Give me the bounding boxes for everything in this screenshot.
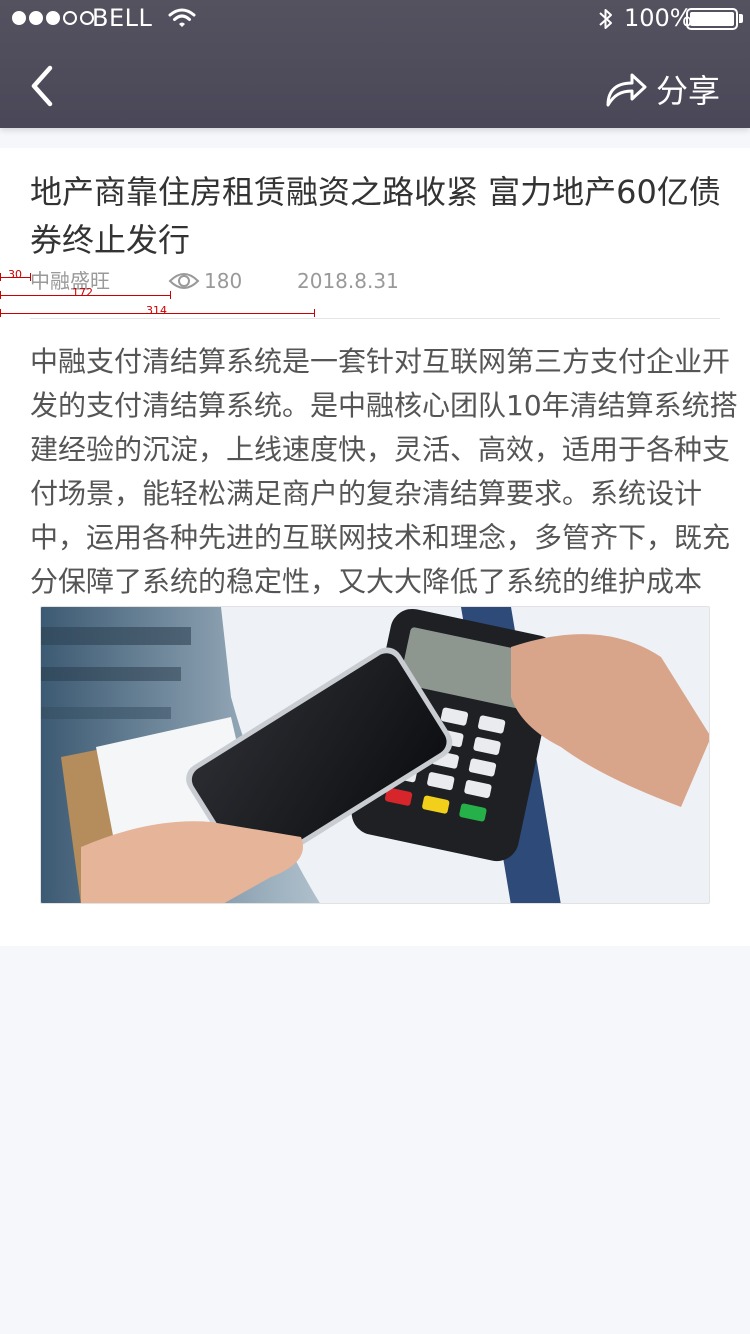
share-button[interactable]: 分享 — [604, 66, 734, 112]
article-meta: 中融盛旺 180 2018.8.31 — [30, 266, 720, 296]
bluetooth-icon — [599, 9, 612, 29]
share-icon — [606, 73, 647, 107]
views-count: 180 — [204, 269, 243, 293]
article-photo — [40, 606, 710, 904]
payment-photo-illustration — [41, 607, 709, 903]
divider — [30, 318, 720, 319]
carrier-name: BELL — [92, 4, 153, 32]
status-bar: BELL 100% — [0, 0, 750, 36]
share-label: 分享 — [656, 72, 721, 110]
chevron-left-icon — [31, 65, 53, 107]
article-body: 中融支付清结算系统是一套针对互联网第三方支付企业开发的支付清结算系统。是中融核心… — [30, 345, 738, 598]
battery-icon — [686, 8, 738, 30]
screen: BELL 100% 分享 地产商靠住房租赁融资之路收紧 富力地产60亿债券终止发… — [0, 0, 750, 1334]
nav-header: BELL 100% 分享 — [0, 0, 750, 128]
wifi-icon — [168, 8, 196, 27]
eye-icon — [168, 273, 200, 289]
article-card: 地产商靠住房租赁融资之路收紧 富力地产60亿债券终止发行 中融盛旺 180 20… — [0, 148, 750, 946]
measure-label-3: 314 — [146, 304, 167, 317]
battery-percent: 100% — [624, 4, 693, 32]
article-source: 中融盛旺 — [30, 269, 110, 293]
article-date: 2018.8.31 — [297, 269, 399, 293]
measure-label-1: 30 — [8, 268, 22, 281]
signal-strength-icon — [12, 11, 94, 25]
view-count: 180 — [168, 266, 242, 296]
back-button[interactable] — [26, 64, 66, 108]
measure-label-2: 172 — [72, 286, 93, 299]
article-title: 地产商靠住房租赁融资之路收紧 富力地产60亿债券终止发行 — [30, 173, 721, 259]
